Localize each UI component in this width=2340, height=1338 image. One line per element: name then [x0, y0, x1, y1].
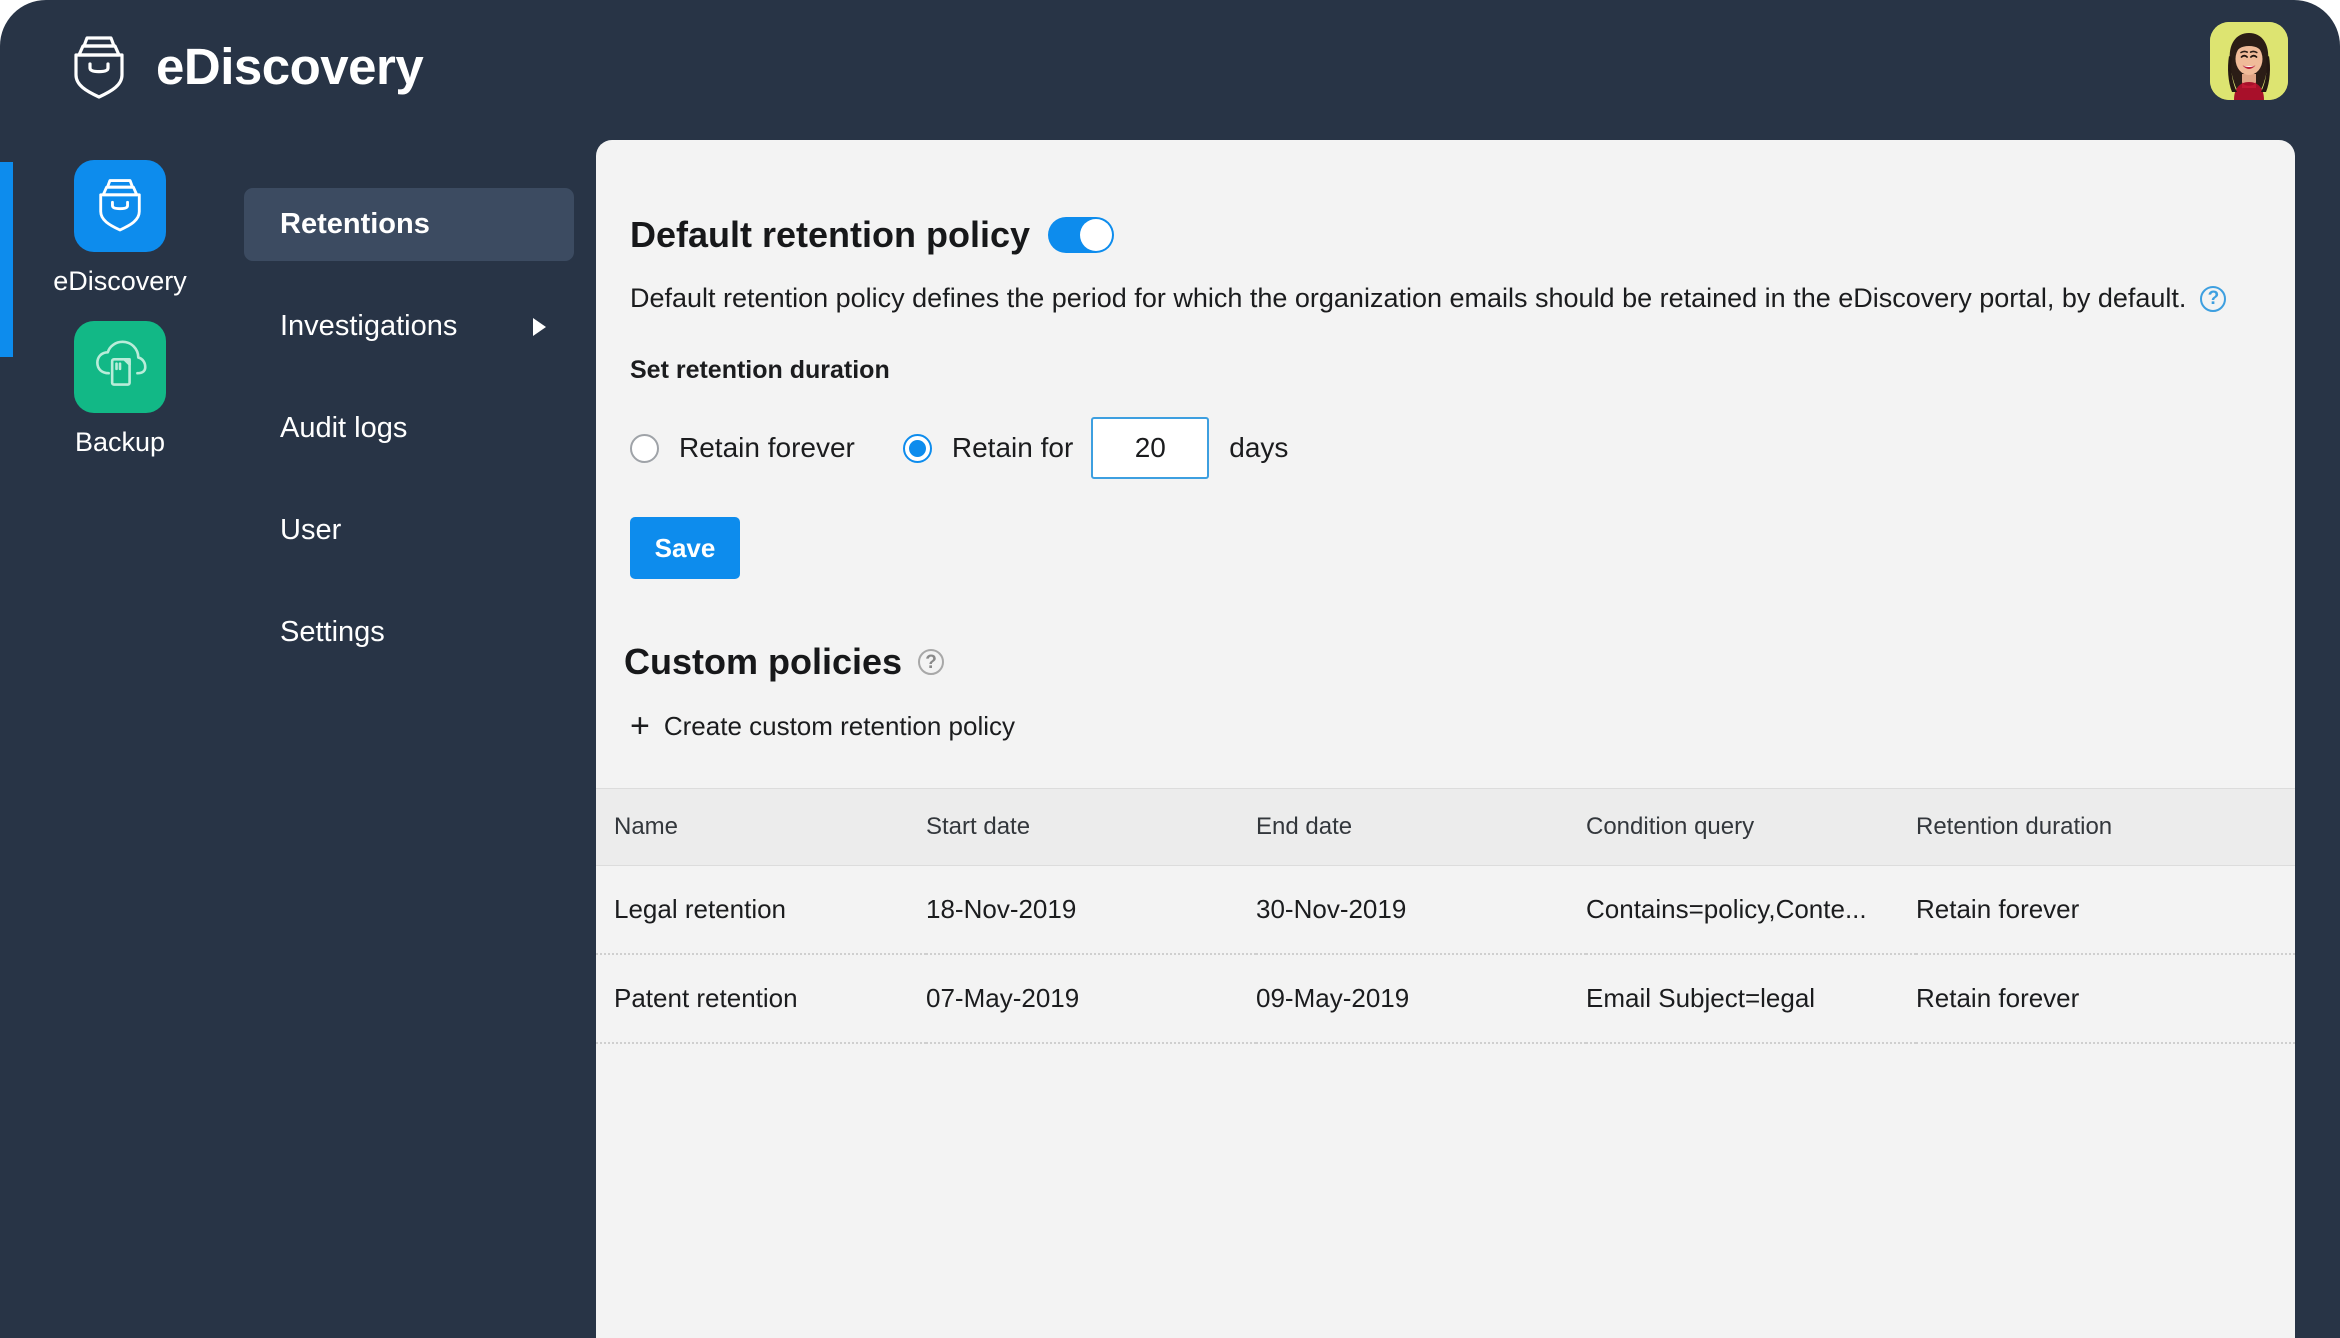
app-rail: eDiscovery Backup [0, 160, 240, 482]
sidebar-label-audit-logs: Audit logs [280, 412, 408, 444]
sidebar-label-user: User [280, 514, 342, 546]
cell-end-date: 09-May-2019 [1256, 954, 1586, 1044]
table-head: Name Start date End date Condition query… [596, 788, 2295, 866]
rail-item-backup[interactable]: Backup [0, 321, 240, 458]
column-header-retention-duration[interactable]: Retention duration [1916, 788, 2295, 866]
table-body: Legal retention 18-Nov-2019 30-Nov-2019 … [596, 865, 2295, 1044]
default-policy-header: Default retention policy [630, 214, 2295, 256]
sidebar-item-settings[interactable]: Settings [244, 596, 574, 669]
column-header-end-date[interactable]: End date [1256, 788, 1586, 866]
save-button[interactable]: Save [630, 517, 740, 579]
toggle-knob [1080, 219, 1113, 251]
brand: eDiscovery [68, 33, 424, 99]
plus-icon: + [630, 707, 650, 745]
ediscovery-shield-icon [68, 33, 130, 99]
set-duration-label: Set retention duration [630, 356, 890, 384]
cell-start-date: 07-May-2019 [926, 954, 1256, 1044]
sidebar-nav: Retentions Investigations Audit logs Use… [244, 188, 574, 698]
cell-start-date: 18-Nov-2019 [926, 865, 1256, 955]
sidebar-label-settings: Settings [280, 616, 385, 648]
default-policy-toggle[interactable] [1048, 217, 1115, 253]
default-policy-description: Default retention policy defines the per… [630, 283, 2295, 314]
radio-retain-for[interactable] [902, 433, 932, 463]
backup-tile[interactable] [74, 321, 166, 413]
table-row[interactable]: Legal retention 18-Nov-2019 30-Nov-2019 … [596, 865, 2295, 955]
cell-end-date: 30-Nov-2019 [1256, 865, 1586, 955]
ediscovery-tile[interactable] [74, 160, 166, 252]
column-header-condition-query[interactable]: Condition query [1586, 788, 1916, 866]
sidebar-item-audit-logs[interactable]: Audit logs [244, 392, 574, 465]
rail-label-backup: Backup [74, 427, 166, 457]
label-retain-forever: Retain forever [679, 432, 855, 463]
days-unit-label: days [1229, 432, 1289, 463]
chevron-right-icon [533, 317, 546, 336]
label-retain-for: Retain for [951, 432, 1074, 463]
column-header-name[interactable]: Name [596, 788, 926, 866]
sidebar-item-investigations[interactable]: Investigations [244, 290, 574, 363]
custom-policies-table: Name Start date End date Condition query… [596, 788, 2295, 1044]
create-custom-policy-button[interactable]: + Create custom retention policy [630, 709, 1015, 743]
cloud-backup-icon [93, 340, 147, 394]
retention-duration-options: Retain forever Retain for days [630, 417, 2295, 479]
help-circle-icon[interactable]: ? [918, 649, 945, 675]
avatar[interactable] [2210, 22, 2288, 100]
table-row[interactable]: Patent retention 07-May-2019 09-May-2019… [596, 954, 2295, 1044]
cell-name: Legal retention [596, 865, 926, 955]
sidebar-item-user[interactable]: User [244, 494, 574, 567]
sidebar-label-investigations: Investigations [280, 310, 458, 342]
content-panel: Default retention policy Default retenti… [596, 140, 2295, 1338]
cell-condition-query: Email Subject=legal [1586, 954, 1916, 1044]
ediscovery-shield-icon [94, 176, 146, 237]
page-title: Default retention policy [630, 214, 1031, 255]
create-custom-policy-label: Create custom retention policy [663, 710, 1016, 741]
help-circle-icon[interactable]: ? [2200, 285, 2227, 312]
app-window: eDiscovery eDiscovery Backup Retentions … [0, 0, 2340, 1338]
cell-retention-duration: Retain forever [1916, 954, 2295, 1044]
sidebar-label-retentions: Retentions [280, 208, 430, 240]
cell-condition-query: Contains=policy,Conte... [1586, 865, 1916, 955]
rail-label-ediscovery: eDiscovery [53, 266, 187, 296]
custom-policies-header: Custom policies ? [624, 641, 2295, 683]
description-text: Default retention policy defines the per… [630, 283, 2187, 313]
cell-retention-duration: Retain forever [1916, 865, 2295, 955]
custom-policies-title: Custom policies [624, 641, 903, 682]
radio-retain-forever[interactable] [630, 433, 659, 463]
app-title: eDiscovery [156, 37, 424, 95]
cell-name: Patent retention [596, 954, 926, 1044]
app-header: eDiscovery [0, 0, 2340, 145]
sidebar-item-retentions[interactable]: Retentions [244, 188, 574, 261]
column-header-start-date[interactable]: Start date [926, 788, 1256, 866]
rail-item-ediscovery[interactable]: eDiscovery [0, 160, 240, 297]
retention-days-input[interactable] [1091, 417, 1210, 479]
table-header-row: Name Start date End date Condition query… [596, 788, 2295, 866]
